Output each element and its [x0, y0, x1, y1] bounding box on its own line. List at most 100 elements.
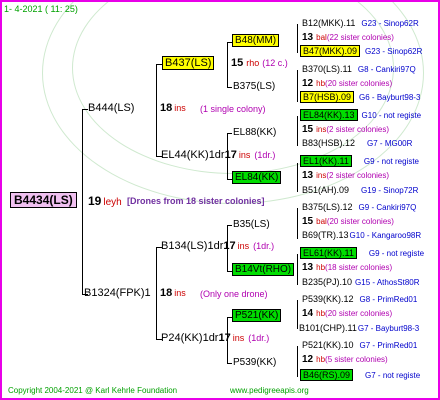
connector — [297, 300, 298, 329]
gen1-note: (1 single colony) — [200, 104, 266, 114]
gen4-note: G9 - Cankiri97Q — [358, 203, 417, 212]
connector — [297, 208, 298, 239]
gen1-node-2: B1324(FPK)1 — [84, 288, 151, 299]
gen2-id[interactable]: P24(KK)1dr — [161, 332, 218, 344]
gen4-id[interactable]: B370(LS).11 — [302, 64, 352, 74]
gen2-id[interactable]: B134(LS)1dr — [161, 240, 223, 252]
connector — [227, 87, 232, 88]
gen4-top: P539(KK).12 G8 - PrimRed01 — [302, 295, 417, 304]
gen3-node: B48(MM) — [232, 34, 280, 47]
gen3-id[interactable]: EL88(KK) — [233, 127, 276, 138]
gen4-id[interactable]: B51(AH).09 — [302, 185, 349, 195]
gen4-bot: B46(RS).09 G7 - not registe — [300, 369, 421, 381]
gen1-num: 18 — [160, 102, 173, 114]
gen3-id[interactable]: B35(LS) — [233, 219, 270, 230]
gen4-suffix: hb — [316, 79, 326, 88]
gen2-suffix: rho — [246, 58, 260, 68]
gen4-note: (20 sister colonies) — [326, 217, 394, 226]
gen2-num: 17 — [223, 240, 236, 252]
gen2-node-3: B134(LS)1dr17 ins (1dr.) — [161, 241, 274, 252]
gen4-id[interactable]: B235(PJ).10 — [302, 277, 352, 287]
gen4-mid: 12 hb(20 sister colonies) — [302, 79, 392, 89]
gen4-id[interactable]: B101(CHP).11 — [299, 323, 357, 333]
gen4-bot: B7(HSB).09 G6 - Bayburt98-3 — [300, 91, 420, 103]
gen4-num: 14 — [302, 308, 314, 319]
gen4-mid: 12 hb(5 sister colonies) — [302, 355, 388, 365]
gen4-num: 12 — [302, 78, 314, 89]
connector — [297, 346, 298, 377]
gen4-bot: B83(HSB).12 G7 - MG00R — [302, 139, 412, 148]
connector — [156, 247, 157, 339]
connector — [297, 70, 298, 102]
connector — [227, 133, 232, 134]
gen4-id[interactable]: P539(KK).12 — [302, 294, 354, 304]
gen4-mid: 15 bal(20 sister colonies) — [302, 217, 394, 227]
gen4-note: (2 sister colonies) — [326, 171, 390, 180]
gen4-note: G10 - not registe — [361, 111, 422, 120]
gen2-note: (1dr.) — [248, 333, 270, 343]
gen2-stats-1: 15 rho (12 c.) — [231, 58, 288, 69]
gen4-id[interactable]: EL1(KK).11 — [300, 155, 352, 167]
gen3-node: B14Vt(RHO) — [232, 263, 295, 276]
gen4-suffix: hb — [316, 355, 326, 364]
gen4-note: G15 - AthosSt80R — [355, 278, 420, 287]
gen4-note: G8 - Cankiri97Q — [357, 65, 416, 74]
gen3-id[interactable]: P539(KK) — [233, 357, 276, 368]
root-id[interactable]: B4434(LS) — [10, 192, 77, 208]
gen4-top: EL61(KK).11 G9 - not registe — [300, 247, 424, 259]
gen4-id[interactable]: B47(MKK).09 — [300, 45, 361, 57]
gen4-num: 13 — [302, 170, 314, 181]
gen4-mid: 13 ins(2 sister colonies) — [302, 171, 389, 181]
gen3-node: EL88(KK) — [233, 128, 276, 138]
gen4-mid: 15 ins(2 sister colonies) — [302, 125, 389, 135]
gen2-id[interactable]: EL44(KK)1dr — [161, 149, 225, 161]
gen4-note: (22 sister colonies) — [326, 33, 394, 42]
gen2-note: (1dr.) — [254, 150, 276, 160]
gen4-top: B375(LS).12 G9 - Cankiri97Q — [302, 203, 416, 212]
gen2-id[interactable]: B437(LS) — [162, 56, 215, 70]
gen4-id[interactable]: B83(HSB).12 — [302, 138, 355, 148]
gen4-note: G23 - Sinop62R — [361, 19, 419, 28]
gen4-top: P521(KK).10 G7 - PrimRed01 — [302, 341, 417, 350]
gen4-note: G7 - not registe — [365, 371, 421, 380]
footer-site[interactable]: www.pedigreeapis.org — [230, 387, 309, 395]
gen3-id[interactable]: B48(MM) — [232, 34, 280, 47]
gen4-id[interactable]: B7(HSB).09 — [300, 91, 355, 103]
gen4-num: 13 — [302, 262, 314, 273]
gen3-id[interactable]: B375(LS) — [233, 81, 275, 92]
gen4-note: (20 sister colonies) — [325, 79, 393, 88]
gen3-node: B35(LS) — [233, 220, 270, 230]
gen4-note: G19 - Sinop72R — [361, 186, 419, 195]
gen4-id[interactable]: B46(RS).09 — [300, 369, 354, 381]
gen2-node-1: B437(LS) — [162, 56, 215, 70]
gen3-node: EL84(KK) — [232, 171, 282, 184]
gen4-bot: B101(CHP).11G7 - Bayburt98-3 — [299, 324, 419, 333]
gen3-id[interactable]: EL84(KK) — [232, 171, 282, 184]
gen4-suffix: ins — [316, 171, 327, 180]
gen1-id[interactable]: B1324(FPK)1 — [84, 287, 151, 299]
gen4-suffix: ins — [316, 125, 327, 134]
gen1-num: 18 — [160, 287, 173, 299]
gen4-note: G10 - Kangaroo98R — [349, 231, 422, 240]
gen4-id[interactable]: B375(LS).12 — [302, 202, 353, 212]
gen4-num: 12 — [302, 354, 314, 365]
gen2-num: 15 — [231, 57, 244, 69]
gen4-id[interactable]: B12(MKK).11 — [302, 18, 355, 28]
gen4-id[interactable]: B69(TR).13 — [302, 230, 349, 240]
gen4-id[interactable]: P521(KK).10 — [302, 340, 354, 350]
connector — [227, 225, 232, 226]
gen4-mid: 14 hb(20 sister colonies) — [302, 309, 392, 319]
pedigree-chart: 1- 4-2021 ( 11: 25) B4434(LS) 19 leyh [Dr… — [0, 0, 440, 400]
gen2-suffix: ins — [237, 241, 250, 251]
gen1-id[interactable]: B444(LS) — [88, 102, 134, 114]
gen4-note: (20 sister colonies) — [325, 309, 393, 318]
gen4-id[interactable]: EL61(KK).11 — [300, 247, 357, 259]
gen4-top: B370(LS).11 G8 - Cankiri97Q — [302, 65, 416, 74]
gen3-id[interactable]: B14Vt(RHO) — [232, 263, 295, 276]
gen4-suffix: bal — [316, 217, 327, 226]
gen3-id[interactable]: P521(KK) — [232, 309, 282, 322]
gen4-id[interactable]: EL84(KK).13 — [300, 109, 358, 121]
gen4-bot: B69(TR).13G10 - Kangaroo98R — [302, 231, 421, 240]
root-num: 19 — [88, 194, 102, 208]
gen4-top: B12(MKK).11 G23 - Sinop62R — [302, 19, 419, 28]
